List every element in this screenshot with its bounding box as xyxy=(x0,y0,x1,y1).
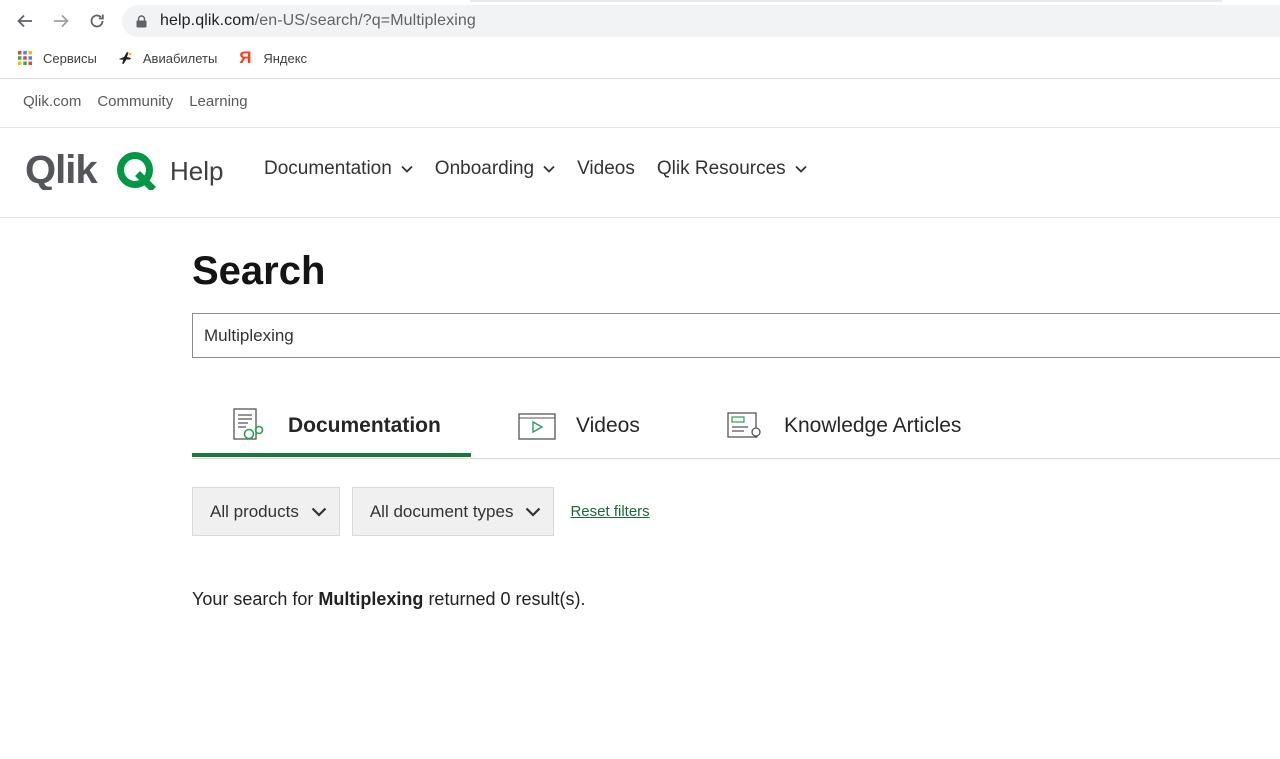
url-path: /en-US/search/?q=Multiplexing xyxy=(254,12,476,29)
video-icon xyxy=(518,407,556,445)
tab-strip-edge xyxy=(470,0,1222,2)
utility-link-learning[interactable]: Learning xyxy=(189,93,247,110)
active-tab-indicator xyxy=(192,453,471,457)
bookmark-yandex[interactable]: Я Яндекс xyxy=(237,48,308,67)
tab-videos[interactable]: Videos xyxy=(518,396,640,456)
nav-qlik-resources[interactable]: Qlik Resources xyxy=(657,158,807,180)
utility-nav: Qlik.com Community Learning xyxy=(23,93,264,110)
header-divider xyxy=(0,217,1280,218)
reset-filters-link[interactable]: Reset filters xyxy=(570,503,649,520)
result-suffix: returned 0 result(s). xyxy=(428,589,586,609)
result-tabs: Documentation Videos Knowledge Articles xyxy=(192,396,1280,459)
nav-videos[interactable]: Videos xyxy=(577,158,635,180)
result-prefix: Your search for xyxy=(192,589,314,609)
utility-link-qlik-com[interactable]: Qlik.com xyxy=(23,93,81,110)
chevron-down-icon xyxy=(311,507,327,517)
qlik-logo-icon: Qlik xyxy=(25,150,156,190)
tabs-divider xyxy=(192,458,1280,459)
result-query: Multiplexing xyxy=(318,589,424,609)
tab-label: Videos xyxy=(576,414,640,437)
nav-label: Videos xyxy=(577,158,635,179)
svg-text:Qlik: Qlik xyxy=(25,150,98,190)
search-input[interactable] xyxy=(192,313,1280,358)
chevron-down-icon xyxy=(795,165,807,173)
plane-icon xyxy=(117,50,133,66)
tab-knowledge-articles[interactable]: Knowledge Articles xyxy=(726,396,961,456)
reload-button[interactable] xyxy=(85,9,109,33)
nav-onboarding[interactable]: Onboarding xyxy=(435,158,555,180)
address-bar[interactable]: help.qlik.com/en-US/search/?q=Multiplexi… xyxy=(122,5,1280,37)
lock-icon xyxy=(134,14,148,28)
chevron-down-icon xyxy=(525,507,541,517)
url-host: help.qlik.com xyxy=(160,12,255,29)
bookmarks-bar: Сервисы Авиабилеты Я Яндекс xyxy=(0,42,1280,74)
forward-arrow-icon xyxy=(54,14,69,28)
apps-grid-icon xyxy=(17,50,33,66)
browser-toolbar: help.qlik.com/en-US/search/?q=Multiplexi… xyxy=(0,0,1280,42)
qlik-logo[interactable]: Qlik xyxy=(25,150,157,190)
forward-button[interactable] xyxy=(49,9,73,33)
chevron-down-icon xyxy=(543,165,555,173)
chrome-divider xyxy=(0,78,1280,79)
url-text: help.qlik.com/en-US/search/?q=Multiplexi… xyxy=(160,12,476,30)
main-nav: Documentation Onboarding Videos Qlik Res… xyxy=(264,158,829,180)
nav-label: Qlik Resources xyxy=(656,158,786,179)
document-types-filter-dropdown[interactable]: All document types xyxy=(351,487,555,536)
dropdown-value: All products xyxy=(210,501,299,521)
bookmark-label: Авиабилеты xyxy=(142,50,218,66)
dropdown-value: All document types xyxy=(369,501,514,521)
products-filter-dropdown[interactable]: All products xyxy=(192,487,340,536)
site-header: Qlik Help Documentation Onboarding Video… xyxy=(0,128,1280,217)
documentation-icon xyxy=(230,407,268,445)
search-result-summary: Your search for Multiplexing returned 0 … xyxy=(192,589,586,610)
bookmark-label: Яндекс xyxy=(263,50,308,66)
help-label[interactable]: Help xyxy=(170,156,223,187)
chevron-down-icon xyxy=(401,165,413,173)
bookmark-services[interactable]: Сервисы xyxy=(17,50,97,66)
yandex-icon: Я xyxy=(239,48,252,67)
knowledge-articles-icon xyxy=(726,407,764,445)
utility-link-community[interactable]: Community xyxy=(97,93,173,110)
back-button[interactable] xyxy=(13,9,37,33)
tab-label: Knowledge Articles xyxy=(784,414,962,437)
back-arrow-icon xyxy=(17,14,32,28)
reload-icon xyxy=(90,14,104,28)
nav-label: Onboarding xyxy=(434,158,535,179)
bookmark-aviatickets[interactable]: Авиабилеты xyxy=(117,50,217,66)
nav-label: Documentation xyxy=(264,158,392,179)
page-title: Search xyxy=(192,249,326,293)
tab-documentation[interactable]: Documentation xyxy=(230,396,441,456)
filters-bar: All products All document types Reset fi… xyxy=(192,487,650,536)
bookmark-label: Сервисы xyxy=(43,50,97,66)
nav-documentation[interactable]: Documentation xyxy=(264,158,413,180)
tab-label: Documentation xyxy=(288,414,441,437)
